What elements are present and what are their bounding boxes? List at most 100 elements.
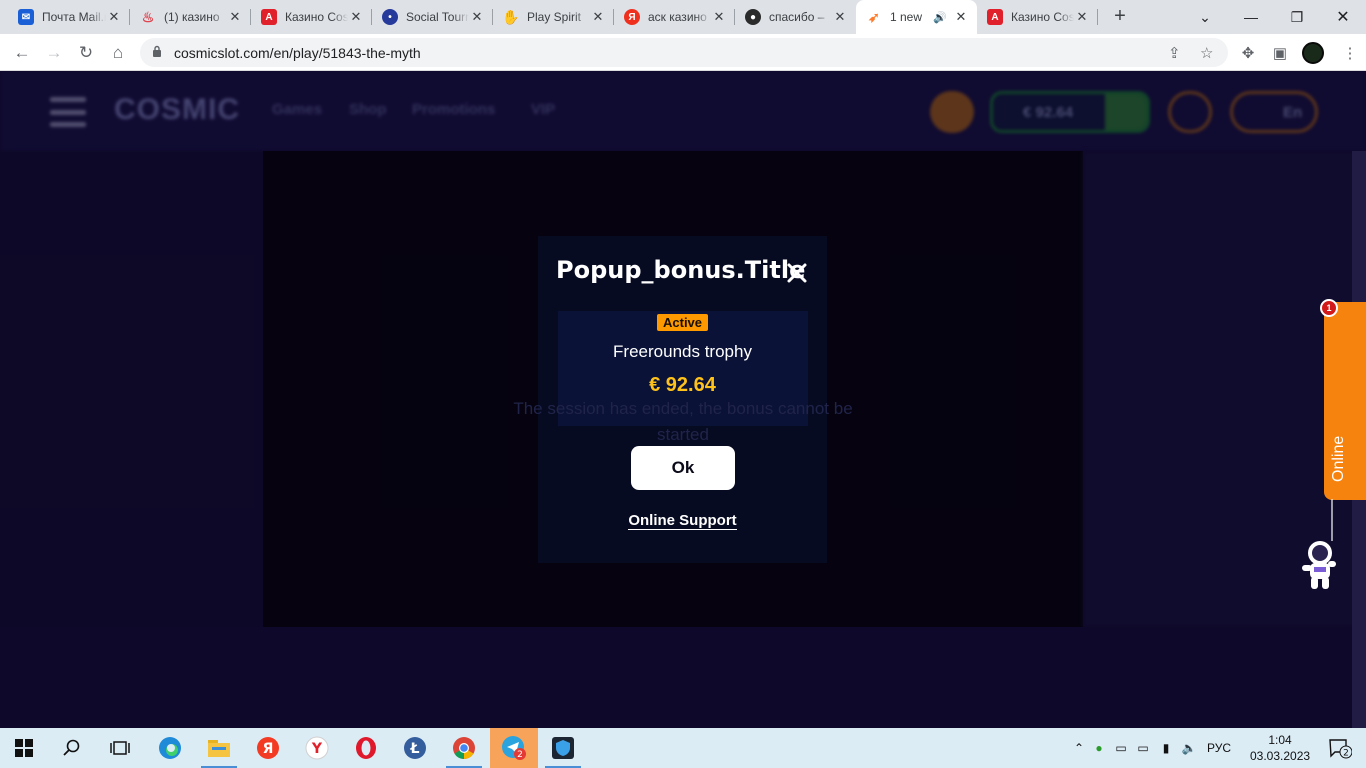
- task-view-button[interactable]: [96, 728, 144, 768]
- start-button[interactable]: [0, 728, 48, 768]
- home-button[interactable]: ⌂: [104, 39, 132, 67]
- browser-toolbar: ← → ↻ ⌂ cosmicslot.com/en/play/51843-the…: [0, 34, 1366, 71]
- popup-title: Popup_bonus.Title: [556, 256, 806, 284]
- close-icon[interactable]: ✕: [106, 9, 122, 25]
- taskbar-explorer[interactable]: [195, 728, 243, 768]
- tab-play-spirit[interactable]: ✋ Play Spirit ✕: [493, 0, 614, 34]
- taskbar-telegram[interactable]: 2: [490, 728, 538, 768]
- extensions-icon[interactable]: ✥: [1238, 43, 1258, 63]
- reload-button[interactable]: ↻: [72, 39, 100, 67]
- notifications-count: 2: [1343, 749, 1349, 759]
- online-label: Online: [1330, 435, 1347, 482]
- edge-icon: [159, 737, 181, 759]
- address-bar[interactable]: cosmicslot.com/en/play/51843-the-myth ⇪ …: [140, 38, 1228, 67]
- tab-label: Social Tournaments: [406, 10, 469, 24]
- forward-button[interactable]: →: [40, 39, 68, 67]
- close-icon[interactable]: ✕: [711, 9, 727, 25]
- a-logo-icon: A: [261, 9, 277, 25]
- taskbar-opera[interactable]: [342, 728, 390, 768]
- online-support-link[interactable]: Online Support: [538, 512, 827, 530]
- taskbar-chrome[interactable]: [440, 728, 488, 768]
- bookmark-star-icon[interactable]: ☆: [1200, 44, 1213, 62]
- tab-casino-cosmic-2[interactable]: A Казино Cosmic ✕: [977, 0, 1098, 34]
- taskbar-litecoin[interactable]: Ł: [391, 728, 439, 768]
- network-icon[interactable]: ▭: [1132, 741, 1154, 755]
- tab-social-tournaments[interactable]: • Social Tournaments ✕: [372, 0, 493, 34]
- close-icon[interactable]: ✕: [469, 9, 485, 25]
- close-icon[interactable]: ✕: [348, 9, 364, 25]
- taskbar-yandex[interactable]: Y: [293, 728, 341, 768]
- bowl-icon: ♨: [141, 8, 155, 25]
- close-icon[interactable]: ✕: [590, 9, 606, 25]
- restore-button[interactable]: ❐: [1274, 0, 1320, 34]
- ok-button[interactable]: Ok: [631, 446, 735, 490]
- yandex-icon: Я: [624, 9, 640, 25]
- rocket-icon: ➶: [868, 8, 880, 25]
- tab-search-button[interactable]: ⌄: [1182, 0, 1228, 34]
- app-tray-icon[interactable]: ●: [1088, 741, 1110, 755]
- tab-label: Казино Cosmic: [285, 10, 348, 24]
- shield-icon: [552, 737, 574, 759]
- windows-icon: [15, 739, 33, 757]
- tab-casino-cosmic[interactable]: A Казино Cosmic ✕: [251, 0, 372, 34]
- close-icon[interactable]: ✕: [953, 9, 969, 25]
- ghost-text-line: started: [657, 425, 709, 444]
- bonus-popup: The session has ended, the bonus cannot …: [513, 236, 853, 563]
- bonus-name: Freerounds trophy: [613, 342, 752, 361]
- tab-thanks[interactable]: ● спасибо – ✕: [735, 0, 856, 34]
- close-icon[interactable]: ✕: [1074, 9, 1090, 25]
- close-icon[interactable]: ✕: [832, 9, 848, 25]
- back-button[interactable]: ←: [8, 39, 36, 67]
- telegram-badge-count: 2: [517, 750, 523, 760]
- astronaut-mascot-icon[interactable]: [1296, 499, 1342, 595]
- speaker-icon[interactable]: 🔊: [933, 11, 947, 24]
- taskbar-shield-app[interactable]: [539, 728, 587, 768]
- volume-icon[interactable]: 🔈: [1178, 741, 1200, 755]
- new-tab-button[interactable]: +: [1108, 5, 1132, 29]
- input-language[interactable]: РУС: [1200, 741, 1238, 755]
- browser-menu-icon[interactable]: ⋮: [1340, 43, 1360, 63]
- system-tray: ⌃ ● ▭ ▭ ▮ 🔈 РУС: [1070, 728, 1238, 768]
- share-icon[interactable]: ⇪: [1168, 44, 1181, 62]
- status-badge: Active: [657, 314, 709, 331]
- search-button[interactable]: [48, 728, 96, 768]
- windows-taskbar: Я Y Ł 2 ⌃ ● ▭ ▭ ▮ 🔈 РУС 1:04 03.03.2023 …: [0, 728, 1366, 768]
- taskbar-edge[interactable]: [146, 728, 194, 768]
- meet-icon[interactable]: ▭: [1110, 741, 1132, 755]
- tab-active-game[interactable]: ➶ 1 new 🔊 ✕: [856, 0, 977, 34]
- task-view-icon: [110, 741, 130, 755]
- tab-yandex-search[interactable]: Я аск казино ✕: [614, 0, 735, 34]
- taskbar-yandex-browser[interactable]: Я: [244, 728, 292, 768]
- close-window-button[interactable]: ✕: [1320, 0, 1366, 34]
- svg-text:Ł: Ł: [410, 741, 420, 757]
- tab-label: 1 new: [890, 10, 923, 24]
- tab-label: Play Spirit: [527, 10, 582, 24]
- side-panel-icon[interactable]: ▣: [1270, 43, 1290, 63]
- avatar-icon: ●: [745, 9, 761, 25]
- minimize-button[interactable]: —: [1228, 0, 1274, 34]
- tab-mail[interactable]: ✉ Почта Mail.ru ✕: [8, 0, 130, 34]
- close-icon[interactable]: ✕: [227, 9, 243, 25]
- bonus-amount: € 92.64: [649, 374, 716, 396]
- clock-date: 03.03.2023: [1250, 749, 1311, 763]
- online-chat-tab[interactable]: Online: [1324, 302, 1366, 500]
- profile-avatar[interactable]: [1302, 42, 1324, 64]
- tab-label: спасибо –: [769, 10, 825, 24]
- litecoin-icon: Ł: [404, 737, 426, 759]
- tab-casino-search[interactable]: ♨ (1) казино ✕: [130, 0, 251, 34]
- notifications-button[interactable]: 2: [1316, 728, 1364, 768]
- chevron-up-icon[interactable]: ⌃: [1070, 741, 1088, 755]
- lock-icon: [153, 45, 161, 57]
- svg-text:Я: Я: [263, 741, 274, 757]
- a-logo-icon: A: [987, 9, 1003, 25]
- online-support-label: Online Support: [628, 512, 737, 530]
- globe-icon: •: [382, 9, 398, 25]
- clock[interactable]: 1:04 03.03.2023: [1250, 732, 1310, 764]
- browser-tab-strip: ✉ Почта Mail.ru ✕ ♨ (1) казино ✕ A Казин…: [0, 0, 1366, 34]
- mail-icon: ✉: [18, 9, 34, 25]
- page-content: COSMIC Games Shop Promotions VIP € 92.64…: [0, 71, 1366, 728]
- tab-label: Почта Mail.ru: [42, 10, 106, 24]
- folder-icon: [208, 740, 230, 757]
- battery-icon[interactable]: ▮: [1154, 741, 1178, 755]
- close-icon[interactable]: [784, 260, 810, 286]
